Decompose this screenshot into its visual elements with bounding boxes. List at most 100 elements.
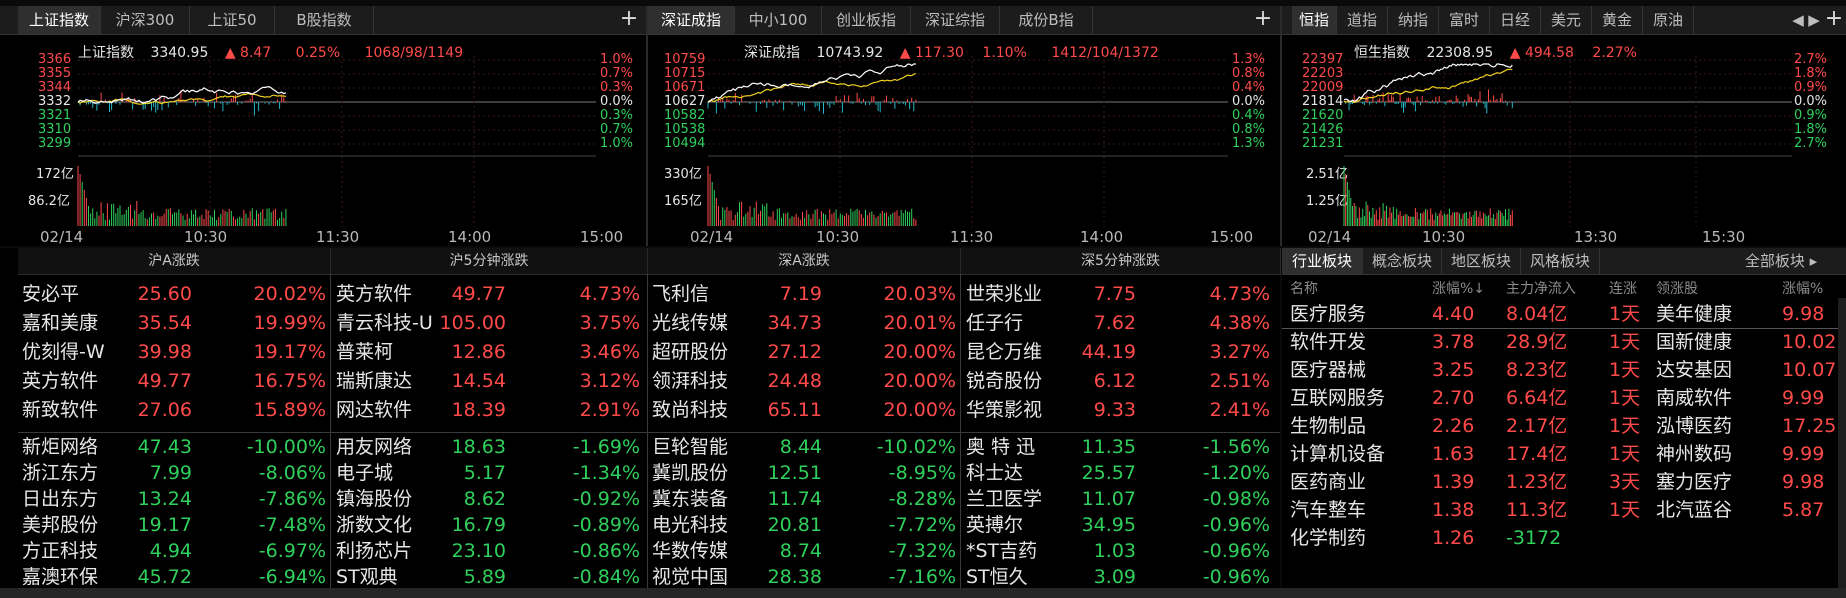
tab-ftse[interactable]: 富时 <box>1439 6 1490 34</box>
stock-row[interactable]: 华数传媒 8.74 -7.32% <box>648 538 960 564</box>
stock-row[interactable]: 昆仑万维 44.19 3.27% <box>962 338 1274 367</box>
col-name[interactable]: 名称 <box>1290 278 1318 298</box>
stock-row[interactable]: 视觉中国 28.38 -7.16% <box>648 564 960 590</box>
stock-row[interactable]: 科士达 25.57 -1.20% <box>962 460 1274 486</box>
tab-nikkei[interactable]: 日经 <box>1490 6 1541 34</box>
stock-row[interactable]: 巨轮智能 8.44 -10.02% <box>648 434 960 460</box>
tab-sz-component[interactable]: 深证成指 <box>648 6 735 34</box>
stock-row[interactable]: 嘉澳环保 45.72 -6.94% <box>18 564 330 590</box>
tab-sme100[interactable]: 中小100 <box>735 6 822 34</box>
stock-row[interactable]: 利扬芯片 23.10 -0.86% <box>332 538 644 564</box>
stock-row[interactable]: 飞利信 7.19 20.03% <box>648 280 960 309</box>
tab-sh-index[interactable]: 上证指数 <box>18 6 101 34</box>
stock-row[interactable]: 领湃科技 24.48 20.00% <box>648 367 960 396</box>
stock-row[interactable]: 英方软件 49.77 16.75% <box>18 367 330 396</box>
stock-row[interactable]: 浙数文化 16.79 -0.89% <box>332 512 644 538</box>
header-sh-5min: 沪5分钟涨跌 <box>331 248 648 275</box>
sector-row[interactable]: 化学制药 1.26 -3172 <box>1282 524 1838 552</box>
tab-sz-composite[interactable]: 深证综指 <box>911 6 1000 34</box>
stock-row[interactable]: 青云科技-U 105.00 3.75% <box>332 309 644 338</box>
col-main-flow[interactable]: 主力净流入 <box>1506 278 1576 298</box>
sh-time-1500: 15:00 <box>580 228 624 246</box>
stock-row[interactable]: 方正科技 4.94 -6.97% <box>18 538 330 564</box>
tab-concept[interactable]: 概念板块 <box>1363 248 1442 274</box>
scroll-right-icon[interactable]: ▶ <box>1806 6 1822 34</box>
add-tab-button[interactable]: + <box>1822 6 1846 34</box>
col-streak[interactable]: 连涨 <box>1609 278 1637 298</box>
stock-row[interactable]: 网达软件 18.39 2.91% <box>332 396 644 425</box>
stock-row[interactable]: 嘉和美康 35.54 19.99% <box>18 309 330 338</box>
tab-hs300[interactable]: 沪深300 <box>101 6 190 34</box>
stock-row[interactable]: 美邦股份 19.17 -7.48% <box>18 512 330 538</box>
stock-row[interactable]: 浙江东方 7.99 -8.06% <box>18 460 330 486</box>
tab-style[interactable]: 风格板块 <box>1521 248 1600 274</box>
sector-row[interactable]: 计算机设备 1.63 17.4亿 1天 神州数码 9.99 <box>1282 440 1838 468</box>
stock-row[interactable]: 锐奇股份 6.12 2.51% <box>962 367 1274 396</box>
sector-row[interactable]: 医疗服务 4.40 8.04亿 1天 美年健康 9.98 <box>1282 300 1838 329</box>
tab-oil[interactable]: 原油 <box>1643 6 1694 34</box>
tab-region[interactable]: 地区板块 <box>1442 248 1521 274</box>
sector-row[interactable]: 软件开发 3.78 28.9亿 1天 国新健康 10.02 <box>1282 328 1838 356</box>
sector-row[interactable]: 医疗器械 3.25 8.23亿 1天 达安基因 10.07 <box>1282 356 1838 384</box>
stock-row[interactable]: 日出东方 13.24 -7.86% <box>18 486 330 512</box>
stock-row[interactable]: ST观典 5.89 -0.84% <box>332 564 644 590</box>
stock-row[interactable]: *ST吉药 1.03 -0.96% <box>962 538 1274 564</box>
hk-date: 02/14 <box>1308 228 1352 246</box>
col-leader-pct[interactable]: 涨幅% <box>1782 278 1823 298</box>
stock-row[interactable]: 世荣兆业 7.75 4.73% <box>962 280 1274 309</box>
sector-row[interactable]: 汽车整车 1.38 11.3亿 1天 北汽蓝谷 5.87 <box>1282 496 1838 524</box>
stock-row[interactable]: 兰卫医学 11.07 -0.98% <box>962 486 1274 512</box>
stock-row[interactable]: 光线传媒 34.73 20.01% <box>648 309 960 338</box>
stock-row[interactable]: 镇海股份 8.62 -0.92% <box>332 486 644 512</box>
stock-row[interactable]: 英方软件 49.77 4.73% <box>332 280 644 309</box>
stock-row[interactable]: 奥 特 迅 11.35 -1.56% <box>962 434 1274 460</box>
stock-price: 7.99 <box>149 462 192 484</box>
stock-row[interactable]: 电子城 5.17 -1.34% <box>332 460 644 486</box>
tab-hsi[interactable]: 恒指 <box>1292 6 1337 34</box>
tab-industry[interactable]: 行业板块 <box>1282 248 1363 274</box>
add-tab-button[interactable]: + <box>1251 6 1275 34</box>
tab-chinext[interactable]: 创业板指 <box>822 6 911 34</box>
bottom-toolbar[interactable] <box>0 588 1846 598</box>
stock-name: 冀凯股份 <box>652 462 729 484</box>
stock-row[interactable]: 冀凯股份 12.51 -8.95% <box>648 460 960 486</box>
stock-price: 14.54 <box>451 370 506 392</box>
sector-row[interactable]: 生物制品 2.26 2.17亿 1天 泓博医药 17.25 <box>1282 412 1838 440</box>
stock-row[interactable]: 安必平 25.60 20.02% <box>18 280 330 309</box>
sector-row[interactable]: 互联网服务 2.70 6.64亿 1天 南威软件 9.99 <box>1282 384 1838 412</box>
sector-main-flow: 17.4亿 <box>1506 443 1568 465</box>
col-change-pct[interactable]: 涨幅%↓ <box>1432 278 1485 298</box>
sector-leader: 神州数码 <box>1656 443 1733 465</box>
stock-row[interactable]: 普莱柯 12.86 3.46% <box>332 338 644 367</box>
stock-row[interactable]: 英搏尔 34.95 -0.96% <box>962 512 1274 538</box>
sector-row[interactable]: 医药商业 1.39 1.23亿 3天 塞力医疗 9.98 <box>1282 468 1838 496</box>
stock-row[interactable]: 新炬网络 47.43 -10.00% <box>18 434 330 460</box>
tab-b-index[interactable]: B股指数 <box>275 6 374 34</box>
add-tab-button[interactable]: + <box>617 6 641 34</box>
tab-nasdaq[interactable]: 纳指 <box>1388 6 1439 34</box>
stock-row[interactable]: 致尚科技 65.11 20.00% <box>648 396 960 425</box>
stock-row[interactable]: 华策影视 9.33 2.41% <box>962 396 1274 425</box>
stock-row[interactable]: 超研股份 27.12 20.00% <box>648 338 960 367</box>
stock-change-pct: -7.16% <box>888 566 956 588</box>
tab-gold[interactable]: 黄金 <box>1592 6 1643 34</box>
stock-row[interactable]: 任子行 7.62 4.38% <box>962 309 1274 338</box>
tab-usd[interactable]: 美元 <box>1541 6 1592 34</box>
scroll-left-icon[interactable]: ◀ <box>1790 6 1806 34</box>
stock-row[interactable]: ST恒久 3.09 -0.96% <box>962 564 1274 590</box>
scrollbar[interactable] <box>1838 298 1846 588</box>
hk-vol-mid: 1.25亿 <box>1306 194 1348 209</box>
stock-row[interactable]: 冀东装备 11.74 -8.28% <box>648 486 960 512</box>
tab-all-sectors[interactable]: 全部板块 ▸ <box>1722 248 1840 274</box>
stock-row[interactable]: 新致软件 27.06 15.89% <box>18 396 330 425</box>
tab-sz50[interactable]: 上证50 <box>190 6 275 34</box>
stock-row[interactable]: 用友网络 18.63 -1.69% <box>332 434 644 460</box>
stock-row[interactable]: 优刻得-W 39.98 19.17% <box>18 338 330 367</box>
stock-row[interactable]: 电光科技 20.81 -7.72% <box>648 512 960 538</box>
stock-change-pct: -0.84% <box>572 566 640 588</box>
col-leader[interactable]: 领涨股 <box>1656 278 1698 298</box>
tab-sz-b[interactable]: 成份B指 <box>1000 6 1093 34</box>
tab-dow[interactable]: 道指 <box>1337 6 1388 34</box>
stock-row[interactable]: 瑞斯康达 14.54 3.12% <box>332 367 644 396</box>
sz-name: 深证成指 <box>744 45 800 61</box>
